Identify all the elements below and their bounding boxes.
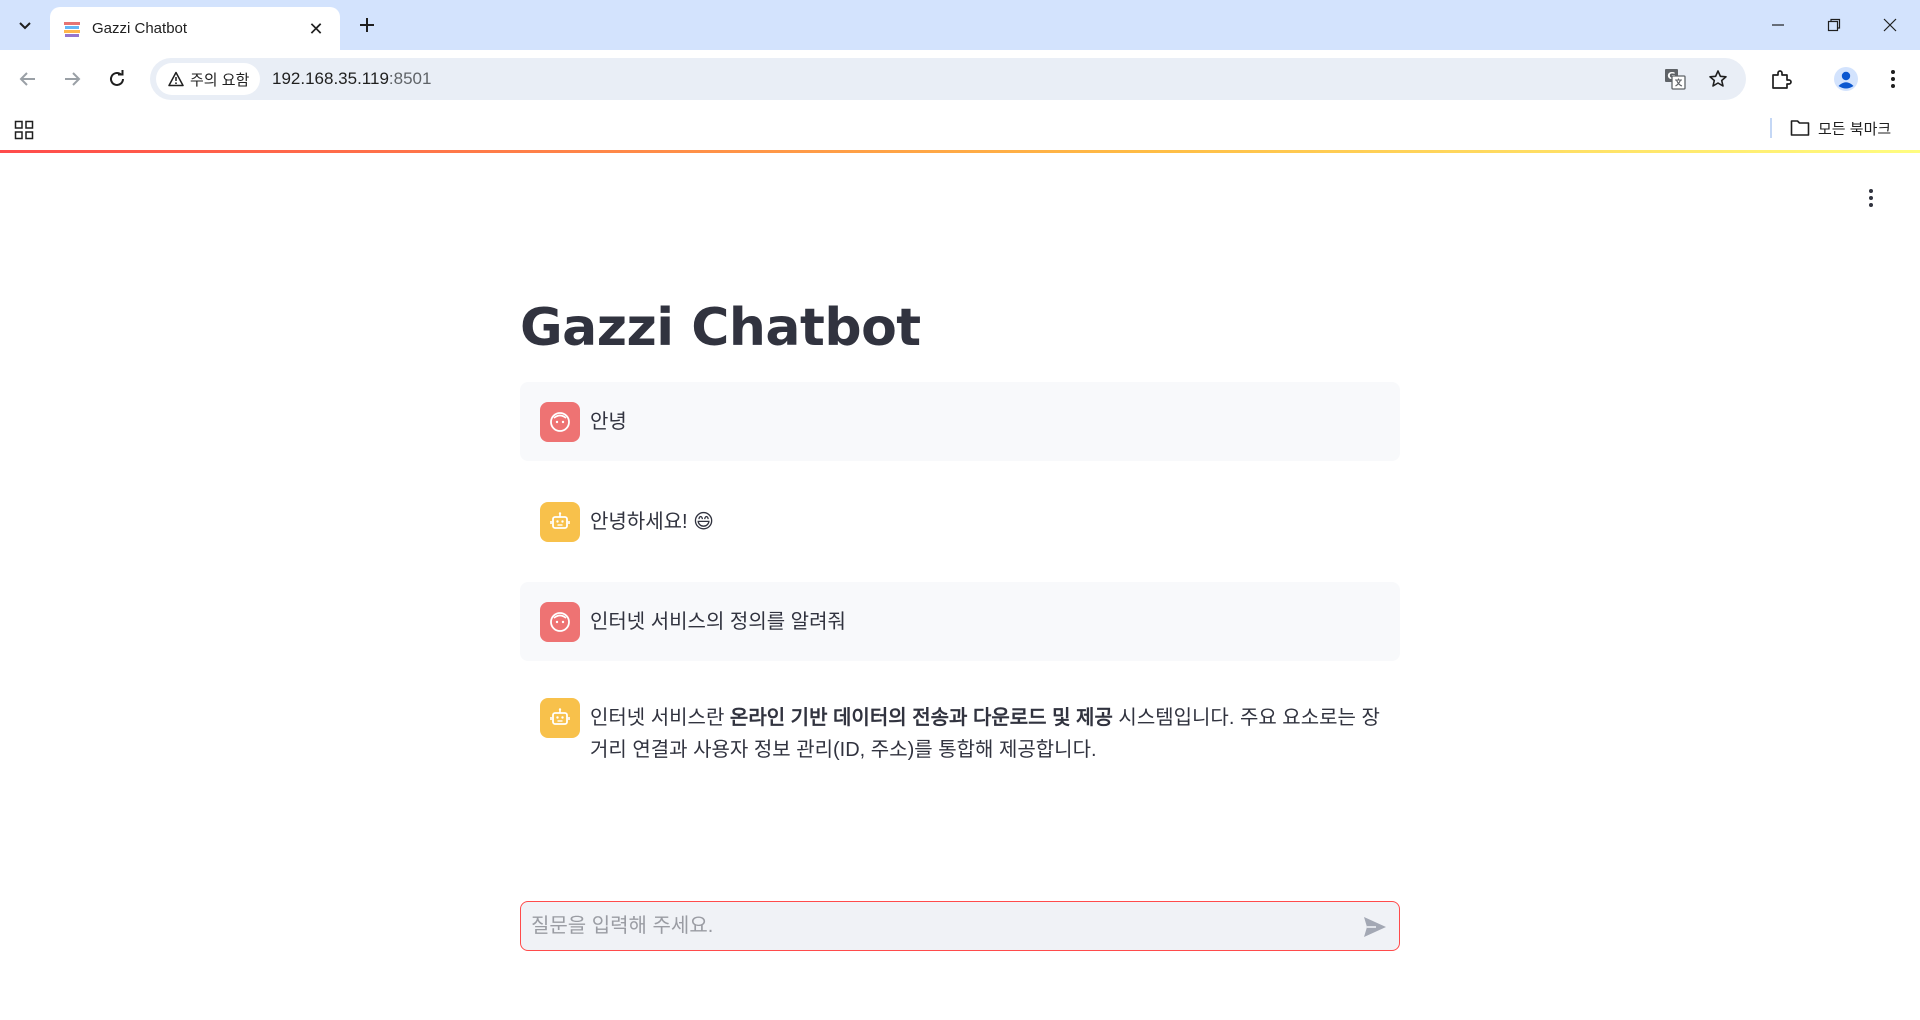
send-icon bbox=[1364, 917, 1386, 937]
message-text: 안녕 bbox=[590, 411, 627, 433]
tab-close-icon[interactable]: ✕ bbox=[304, 17, 328, 41]
message-text: 인터넷 서비스의 정의를 알려줘 bbox=[590, 611, 846, 633]
address-bar[interactable]: 주의 요함 192.168.35.119:8501 G bbox=[150, 58, 1746, 100]
message-text: 인터넷 서비스란 온라인 기반 데이터의 전송과 다운로드 및 제공 시스템입니… bbox=[590, 698, 1380, 766]
security-chip[interactable]: 주의 요함 bbox=[156, 63, 260, 95]
reload-icon bbox=[110, 70, 124, 86]
restore-button[interactable] bbox=[1806, 6, 1862, 44]
arrow-left-icon bbox=[19, 72, 35, 86]
tab-title: Gazzi Chatbot bbox=[92, 20, 188, 37]
message-text: 안녕하세요! 😄 bbox=[590, 511, 714, 533]
minimize-button[interactable] bbox=[1750, 6, 1806, 44]
kebab-menu-icon bbox=[1869, 189, 1873, 207]
chat-input[interactable] bbox=[531, 902, 1351, 950]
apps-button[interactable] bbox=[10, 116, 38, 144]
books-favicon-icon bbox=[64, 21, 80, 37]
assistant-avatar bbox=[540, 698, 580, 738]
url-text[interactable]: 192.168.35.119:8501 bbox=[272, 69, 431, 89]
chat-message-assistant: 인터넷 서비스란 온라인 기반 데이터의 전송과 다운로드 및 제공 시스템입니… bbox=[520, 678, 1400, 778]
app-main-menu-button[interactable] bbox=[1856, 180, 1886, 216]
chat-message-assistant: 안녕하세요! 😄 bbox=[520, 482, 1400, 561]
all-bookmarks-button[interactable]: 모든 북마크 bbox=[1790, 114, 1891, 142]
browser-tab-active[interactable]: Gazzi Chatbot ✕ bbox=[50, 7, 340, 50]
chat-message-user: 안녕 bbox=[520, 382, 1400, 461]
new-tab-button[interactable] bbox=[352, 10, 382, 40]
apps-grid-icon bbox=[14, 120, 34, 140]
chat-input-container bbox=[520, 901, 1400, 951]
all-bookmarks-label: 모든 북마크 bbox=[1818, 120, 1892, 138]
warning-icon bbox=[168, 71, 184, 87]
browser-toolbar: 주의 요함 192.168.35.119:8501 G bbox=[0, 50, 1920, 108]
extensions-button[interactable] bbox=[1765, 63, 1797, 95]
back-button[interactable] bbox=[12, 63, 44, 95]
restore-icon bbox=[1827, 18, 1841, 32]
minimize-icon bbox=[1772, 24, 1784, 26]
puzzle-icon bbox=[1772, 70, 1792, 89]
tab-strip: Gazzi Chatbot ✕ bbox=[0, 0, 1920, 50]
arrow-right-icon bbox=[65, 72, 81, 86]
url-port: :8501 bbox=[388, 69, 432, 88]
face-icon bbox=[550, 612, 570, 632]
bookmark-star-button[interactable] bbox=[1705, 66, 1731, 92]
send-button[interactable] bbox=[1359, 912, 1391, 942]
translate-button[interactable]: G bbox=[1662, 66, 1688, 92]
user-avatar bbox=[540, 402, 580, 442]
bookmarks-bar: 모든 북마크 bbox=[0, 108, 1920, 150]
header-decoration bbox=[0, 150, 1920, 153]
message-text-prefix: 인터넷 서비스란 bbox=[590, 707, 730, 729]
star-icon bbox=[1709, 70, 1727, 87]
reload-button[interactable] bbox=[101, 63, 133, 95]
chat-message-user: 인터넷 서비스의 정의를 알려줘 bbox=[520, 582, 1400, 661]
robot-icon bbox=[550, 708, 570, 725]
folder-icon bbox=[1790, 120, 1810, 136]
forward-button[interactable] bbox=[56, 63, 88, 95]
security-label: 주의 요함 bbox=[190, 71, 250, 89]
chevron-down-icon bbox=[19, 22, 31, 30]
profile-button[interactable] bbox=[1830, 63, 1862, 95]
browser-menu-button[interactable] bbox=[1877, 63, 1909, 95]
close-icon bbox=[1883, 18, 1897, 32]
tab-search-button[interactable] bbox=[8, 9, 42, 41]
bookmarks-separator bbox=[1770, 118, 1772, 138]
assistant-avatar bbox=[540, 502, 580, 542]
app-container: Gazzi Chatbot 안녕 안녕하세요! 😄 인터넷 서비스의 정의를 알… bbox=[0, 150, 1920, 1020]
close-window-button[interactable] bbox=[1862, 6, 1918, 44]
kebab-menu-icon bbox=[1891, 70, 1895, 88]
face-icon bbox=[550, 412, 570, 432]
page-title: Gazzi Chatbot bbox=[520, 298, 921, 358]
translate-icon: G bbox=[1665, 69, 1686, 90]
plus-icon bbox=[360, 18, 374, 32]
url-host: 192.168.35.119 bbox=[272, 69, 389, 88]
message-text-bold: 온라인 기반 데이터의 전송과 다운로드 및 제공 bbox=[729, 707, 1113, 729]
person-icon bbox=[1834, 67, 1858, 91]
robot-icon bbox=[550, 512, 570, 529]
user-avatar bbox=[540, 602, 580, 642]
